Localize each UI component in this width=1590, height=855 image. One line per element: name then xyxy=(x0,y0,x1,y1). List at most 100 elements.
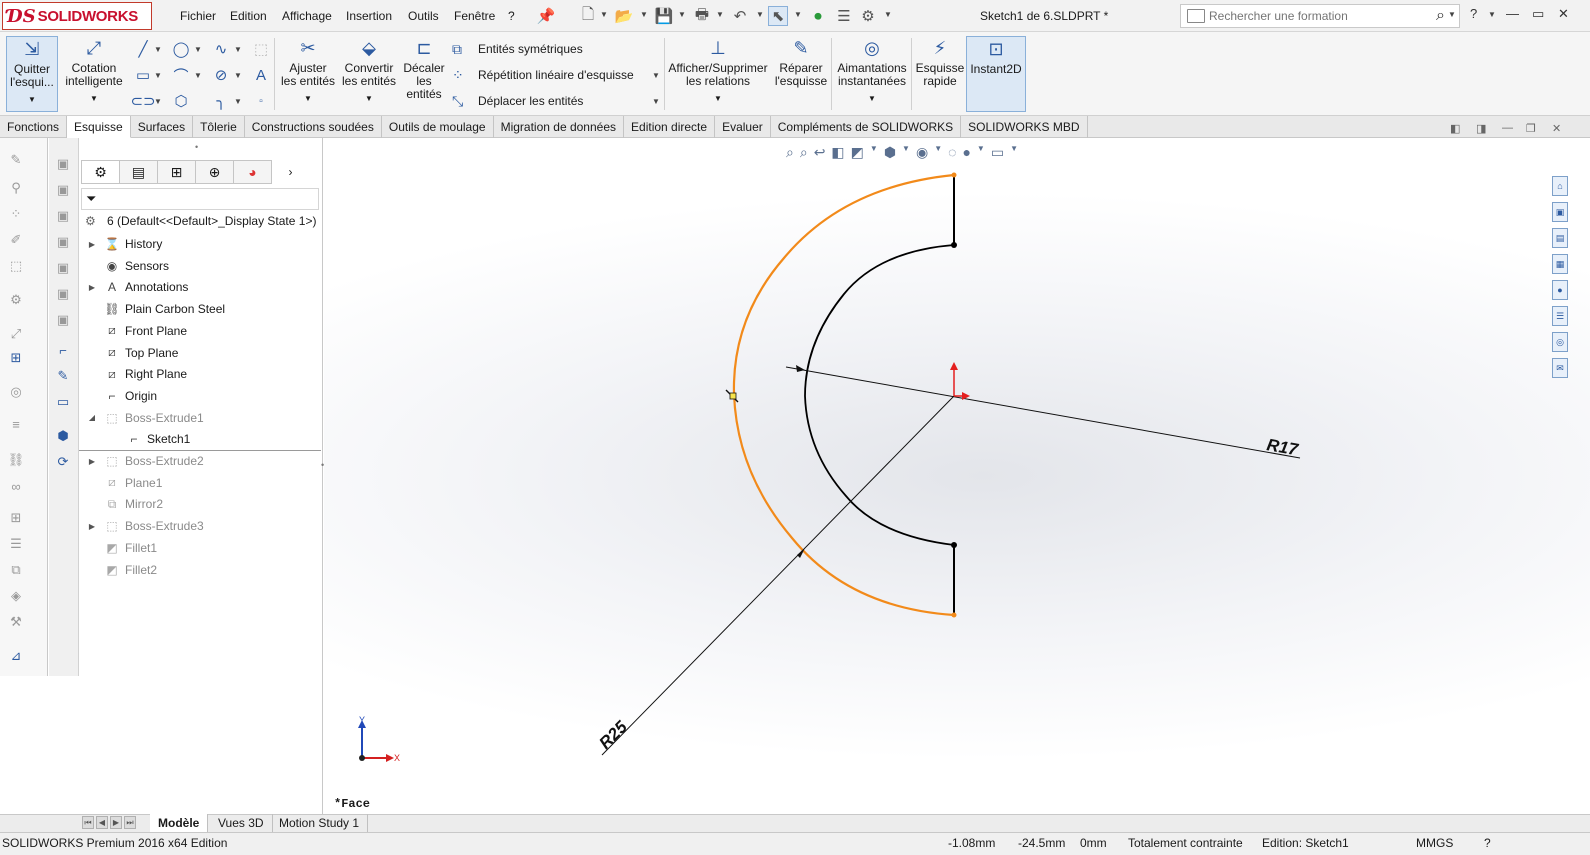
chevron-down-icon[interactable]: ▼ xyxy=(234,97,242,106)
fillet-icon[interactable]: ╮ xyxy=(210,90,232,112)
view-cube-icon[interactable]: ▣ xyxy=(53,284,73,304)
pattern-icon[interactable]: ⁘ xyxy=(6,204,26,224)
r25-dimension-text[interactable]: R25 xyxy=(595,717,631,753)
custom-properties-icon[interactable]: ☰ xyxy=(1552,306,1568,326)
view-cube-icon[interactable]: ▣ xyxy=(53,180,73,200)
menu-outils[interactable]: Outils xyxy=(408,9,439,23)
chevron-down-icon[interactable]: ▼ xyxy=(934,144,942,164)
tile-left-icon[interactable]: ◧ xyxy=(1450,122,1460,135)
tree-item-boss-extrude1[interactable]: ◢ ⬚ Boss-Extrude1 xyxy=(85,408,204,428)
chevron-down-icon[interactable]: ▼ xyxy=(716,10,724,19)
move-tool-icon[interactable]: ⤢ xyxy=(6,324,26,344)
ellipse-icon[interactable]: ⊘ xyxy=(210,64,232,86)
tree-item-origin[interactable]: ⌐ Origin xyxy=(85,386,157,406)
chevron-down-icon[interactable]: ▼ xyxy=(194,45,202,54)
part-root[interactable]: ⚙ 6 (Default<<Default>_Display State 1>) xyxy=(85,214,316,228)
tab-outils-moulage[interactable]: Outils de moulage xyxy=(382,116,494,138)
tab-motion-study[interactable]: Motion Study 1 xyxy=(271,814,369,832)
extrude-tool-icon[interactable]: ⬚ xyxy=(6,256,26,276)
stack-icon[interactable]: ☰ xyxy=(6,534,26,554)
tree-item-sketch1[interactable]: ⌐ Sketch1 xyxy=(107,429,190,449)
rebuild-traffic-light-icon[interactable]: ⏺ xyxy=(808,6,828,26)
tab-constructions-soudees[interactable]: Constructions soudées xyxy=(245,116,382,138)
design-library-icon[interactable]: ▤ xyxy=(1552,228,1568,248)
view-cube-icon[interactable]: ▣ xyxy=(53,154,73,174)
expand-arrow-icon[interactable]: ▶ xyxy=(85,283,99,292)
solidworks-forum-icon[interactable]: ◎ xyxy=(1552,332,1568,352)
text-icon[interactable]: A xyxy=(250,64,272,86)
chevron-down-icon[interactable]: ▼ xyxy=(652,71,660,80)
menu-help[interactable]: ? xyxy=(508,9,515,23)
view-cube-icon[interactable]: ▣ xyxy=(53,206,73,226)
open-folder-icon[interactable]: 📂 xyxy=(614,6,634,26)
tab-complements[interactable]: Compléments de SOLIDWORKS xyxy=(771,116,962,138)
tab-evaluer[interactable]: Evaluer xyxy=(715,116,771,138)
tab-surfaces[interactable]: Surfaces xyxy=(131,116,194,138)
chevron-down-icon[interactable]: ▼ xyxy=(714,92,722,105)
tab-modele[interactable]: Modèle xyxy=(150,814,209,832)
chain-icon[interactable]: ∞ xyxy=(6,476,26,496)
chevron-down-icon[interactable]: ▼ xyxy=(1448,10,1456,19)
tab-tolerie[interactable]: Tôlerie xyxy=(193,116,245,138)
menu-edition[interactable]: Edition xyxy=(230,9,267,23)
close-icon[interactable]: ✕ xyxy=(1558,6,1569,22)
search-icon[interactable]: ⌕ xyxy=(1436,7,1445,25)
chevron-down-icon[interactable]: ▼ xyxy=(652,97,660,106)
options-gear-icon[interactable]: ⚙ xyxy=(858,6,878,26)
search-input[interactable] xyxy=(1209,9,1419,23)
tree-item-boss-extrude3[interactable]: ▶ ⬚ Boss-Extrude3 xyxy=(85,516,204,536)
tab-migration-donnees[interactable]: Migration de données xyxy=(494,116,625,138)
file-properties-icon[interactable]: ☰ xyxy=(834,6,854,26)
spline-icon[interactable]: ∿ xyxy=(210,38,232,60)
edit-sketch-icon[interactable]: ✎ xyxy=(53,366,73,386)
dynamic-annotation-icon[interactable]: ◩ xyxy=(851,144,864,164)
collapse-arrow-icon[interactable]: ◢ xyxy=(85,413,99,422)
display-icon[interactable]: ▭ xyxy=(53,392,73,412)
slot-icon[interactable]: ⊂⊃ xyxy=(130,90,155,112)
tab-esquisse[interactable]: Esquisse xyxy=(67,116,131,138)
chevron-down-icon[interactable]: ▼ xyxy=(234,45,242,54)
chevron-down-icon[interactable]: ▼ xyxy=(868,92,876,105)
surface-icon[interactable]: ⬚ xyxy=(250,38,272,60)
print-icon[interactable]: 🖶 xyxy=(692,6,712,26)
exit-sketch-button[interactable]: ⇲ Quitter l'esqui... ▼ xyxy=(6,36,58,112)
tab-vues-3d[interactable]: Vues 3D xyxy=(210,814,273,832)
select-cursor-icon[interactable]: ⬉ xyxy=(768,6,788,26)
propertymanager-tab-icon[interactable]: ▤ xyxy=(119,160,158,184)
solidworks-logo[interactable]: ƊS SOLIDWORKS xyxy=(2,2,152,30)
configurationmanager-tab-icon[interactable]: ⊞ xyxy=(157,160,196,184)
smart-dimension-button[interactable]: ⤢ Cotation intelligente ▼ xyxy=(62,36,126,112)
copy-icon[interactable]: ⧉ xyxy=(6,560,26,580)
convert-entities-button[interactable]: ⬙ Convertir les entités ▼ xyxy=(340,36,398,112)
linear-pattern-button[interactable]: ⁘ Répétition linéaire d'esquisse xyxy=(452,64,634,86)
menu-fenetre[interactable]: Fenêtre xyxy=(454,9,495,23)
quick-snaps-button[interactable]: ◎ Aimantations instantanées ▼ xyxy=(836,36,908,112)
tree-item-front-plane[interactable]: ⧄ Front Plane xyxy=(85,321,187,341)
shape-icon[interactable]: ◈ xyxy=(6,586,26,606)
appearance-icon[interactable]: ● xyxy=(962,144,970,164)
endpoint[interactable] xyxy=(951,542,957,548)
view-cube-icon[interactable]: ▣ xyxy=(53,258,73,278)
chevron-down-icon[interactable]: ▼ xyxy=(234,71,242,80)
doc-minimize-icon[interactable]: — xyxy=(1502,122,1513,134)
trim-entities-button[interactable]: ✂ Ajuster les entités ▼ xyxy=(280,36,336,112)
chevron-down-icon[interactable]: ▼ xyxy=(756,10,764,19)
tree-item-history[interactable]: ▶ ⌛ History xyxy=(85,234,162,254)
save-icon[interactable]: 💾 xyxy=(654,6,674,26)
endpoint[interactable] xyxy=(951,172,957,178)
dimxpert-tab-icon[interactable]: ⊕ xyxy=(195,160,234,184)
section-view-icon[interactable]: ◧ xyxy=(831,144,844,164)
r17-dimension-text[interactable]: R17 xyxy=(1265,435,1301,459)
inner-arc[interactable] xyxy=(804,244,955,546)
view-cube-icon[interactable]: ▣ xyxy=(53,310,73,330)
chevron-down-icon[interactable]: ▼ xyxy=(600,10,608,19)
featuremanager-tab-icon[interactable]: ⚙ xyxy=(81,160,120,184)
sketch-tool-icon[interactable]: ✎ xyxy=(6,150,26,170)
tree-item-boss-extrude2[interactable]: ▶ ⬚ Boss-Extrude2 xyxy=(85,451,204,471)
tab-solidworks-mbd[interactable]: SOLIDWORKS MBD xyxy=(961,116,1088,138)
tab-edition-directe[interactable]: Edition directe xyxy=(624,116,716,138)
bolt-icon[interactable]: ⚒ xyxy=(6,612,26,632)
chevron-down-icon[interactable]: ▼ xyxy=(154,97,162,106)
sketch-canvas[interactable]: R17 R25 Y X xyxy=(324,138,1590,814)
sketch-icon[interactable]: ⌐ xyxy=(53,340,73,360)
